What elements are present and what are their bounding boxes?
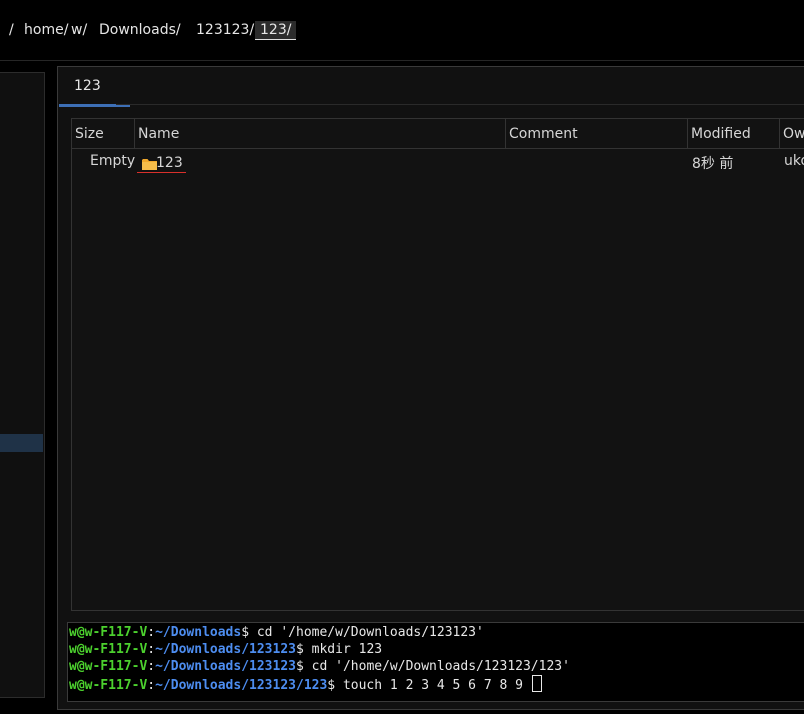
cell-owner: uko — [784, 153, 804, 169]
cell-modified: 8秒 前 — [692, 156, 734, 172]
file-view-panel: 123 Size Name Comment Modified Ow Empty … — [57, 66, 804, 710]
tab-123[interactable]: 123 — [59, 68, 130, 107]
column-header-size[interactable]: Size — [72, 119, 135, 148]
cell-size: Empty — [90, 153, 136, 169]
terminal[interactable]: w@w-F117-V:~/Downloads$ cd '/home/w/Down… — [67, 622, 804, 702]
sidebar-selected-item[interactable] — [0, 434, 43, 452]
breadcrumb-downloads[interactable]: Downloads/ — [98, 21, 182, 39]
column-header-owner[interactable]: Ow — [780, 119, 804, 148]
terminal-line: w@w-F117-V:~/Downloads$ cd '/home/w/Down… — [69, 625, 484, 640]
breadcrumb-w[interactable]: w/ — [70, 21, 88, 39]
tab-bar-divider — [116, 104, 804, 105]
breadcrumb-root[interactable]: / — [8, 21, 15, 39]
column-header-modified[interactable]: Modified — [688, 119, 780, 148]
terminal-line: w@w-F117-V:~/Downloads/123123$ cd '/home… — [69, 659, 570, 674]
terminal-cursor — [531, 675, 542, 692]
file-table[interactable]: Size Name Comment Modified Ow Empty 123 … — [71, 118, 804, 611]
rename-underline — [137, 172, 186, 173]
breadcrumb: / home/ w/ Downloads/ 123123/ 123/ — [0, 0, 804, 61]
left-sidebar-panel[interactable] — [0, 72, 45, 698]
terminal-line[interactable]: w@w-F117-V:~/Downloads/123123/123$ touch… — [69, 675, 542, 693]
header-divider — [72, 148, 804, 149]
breadcrumb-123[interactable]: 123/ — [255, 21, 297, 40]
breadcrumb-123123[interactable]: 123123/ — [195, 21, 255, 39]
folder-icon — [142, 159, 157, 170]
column-header-name[interactable]: Name — [135, 119, 506, 148]
breadcrumb-home[interactable]: home/ — [23, 21, 69, 39]
cell-name[interactable]: 123 — [156, 155, 183, 171]
terminal-line: w@w-F117-V:~/Downloads/123123$ mkdir 123 — [69, 642, 383, 657]
column-header-comment[interactable]: Comment — [506, 119, 688, 148]
